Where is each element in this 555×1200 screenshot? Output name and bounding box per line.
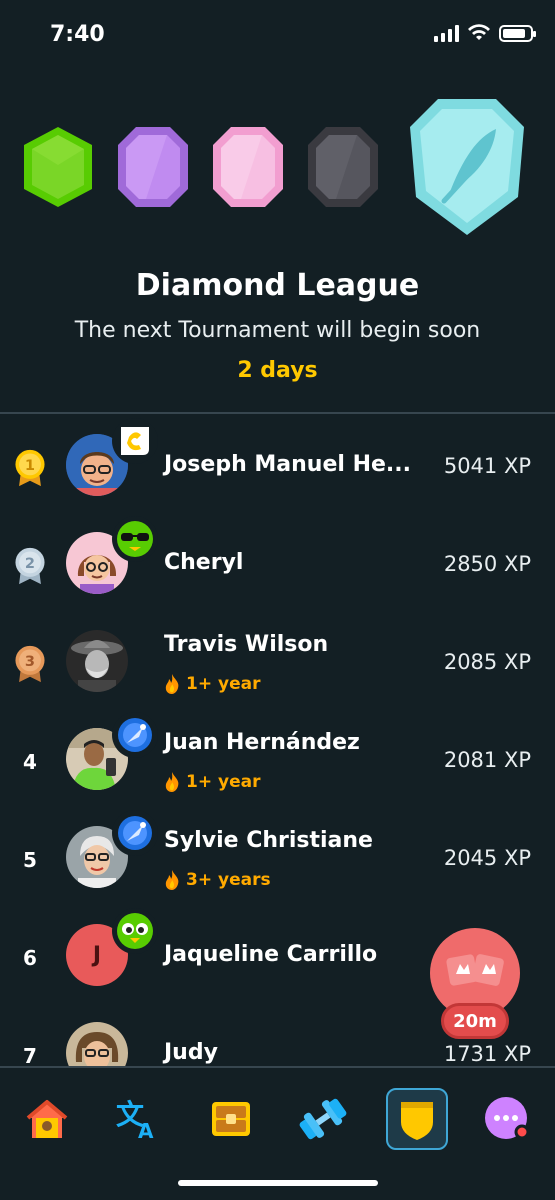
nav-more[interactable] [476, 1088, 538, 1150]
player-xp: 5041 XP [443, 454, 531, 478]
shield-icon [401, 1102, 433, 1140]
player-xp: 2085 XP [443, 650, 531, 674]
avatar-initial: J [92, 942, 102, 968]
owl-badge-icon [112, 908, 158, 954]
nav-practice[interactable] [292, 1088, 354, 1150]
player-xp: 2081 XP [443, 748, 531, 772]
svg-text:3: 3 [25, 654, 35, 670]
gem-badge-icon [112, 712, 158, 758]
svg-text:1: 1 [25, 458, 35, 474]
player-xp: 2850 XP [443, 552, 531, 576]
streak-text: 1+ year [186, 674, 261, 694]
dumbbell-icon [299, 1098, 347, 1140]
league-title: Diamond League [135, 268, 420, 303]
fire-icon [165, 870, 179, 890]
battery-icon [499, 24, 536, 42]
fire-icon [165, 674, 179, 694]
status-icons [434, 24, 536, 42]
nav-home[interactable] [16, 1088, 78, 1150]
silver-medal-icon: 2 [15, 547, 45, 585]
avatar[interactable] [66, 1022, 128, 1066]
svg-text:A: A [138, 1119, 154, 1142]
svg-text:2: 2 [25, 556, 35, 572]
diamond-league-badge[interactable] [408, 97, 526, 237]
status-bar: 7:40 [0, 0, 555, 70]
divider [0, 412, 555, 414]
timer-label: 20m [441, 1003, 509, 1039]
player-xp: 2045 XP [443, 846, 531, 870]
leaderboard-row[interactable]: 5 Sylvie Christiane 3+ years 2045 XP [0, 810, 555, 908]
league-badge-row [0, 95, 555, 245]
player-name: Joseph Manuel He... [164, 452, 411, 477]
streak-label: 1+ year [164, 772, 260, 792]
rank-number: 5 [23, 848, 37, 872]
sunglasses-owl-badge-icon [112, 516, 158, 562]
player-name: Jaqueline Carrillo [164, 942, 378, 967]
purple-league-badge[interactable] [116, 125, 190, 209]
home-indicator [178, 1180, 378, 1186]
player-name: Sylvie Christiane [164, 828, 373, 853]
leaderboard-row[interactable]: 1 Joseph Manuel He... 5041 XP [0, 418, 555, 516]
streak-label: 1+ year [164, 674, 260, 694]
nav-translate[interactable]: 文 A [106, 1088, 168, 1150]
player-xp: 1731 XP [443, 1042, 531, 1066]
league-subtitle: The next Tournament will begin soon [74, 318, 481, 343]
player-name: Judy [164, 1040, 218, 1065]
translate-icon: 文 A [116, 1098, 154, 1142]
gold-medal-icon: 1 [15, 449, 45, 487]
leaderboard-row[interactable]: 3 Travis Wilson 1+ year 2085 XP [0, 614, 555, 712]
player-name: Travis Wilson [164, 632, 329, 657]
fire-icon [165, 772, 179, 792]
league-countdown: 2 days [237, 358, 318, 383]
achievement-badge-icon [112, 418, 158, 464]
leaderboard-row[interactable]: 4 Juan Hernández 1+ year 2081 XP [0, 712, 555, 810]
gem-badge-icon [112, 810, 158, 856]
streak-text: 1+ year [186, 772, 261, 792]
leaderboard-row[interactable]: 2 Cheryl 2850 XP [0, 516, 555, 614]
rank-number: 4 [23, 750, 37, 774]
home-icon [26, 1100, 68, 1138]
nav-chest[interactable] [200, 1088, 262, 1150]
rank-number: 7 [23, 1044, 37, 1066]
wifi-icon [468, 24, 490, 40]
status-time: 7:40 [50, 22, 105, 47]
player-name: Cheryl [164, 550, 244, 575]
pink-league-badge[interactable] [211, 125, 285, 209]
black-league-badge[interactable] [306, 125, 380, 209]
rank-number: 6 [23, 946, 37, 970]
more-icon [485, 1097, 530, 1140]
nav-leaderboard[interactable] [386, 1088, 448, 1150]
avatar[interactable] [66, 630, 128, 692]
bronze-medal-icon: 3 [15, 645, 45, 683]
cellular-signal-icon [434, 24, 459, 42]
streak-text: 3+ years [186, 870, 271, 890]
player-name: Juan Hernández [164, 730, 360, 755]
streak-label: 3+ years [164, 870, 271, 890]
chest-icon [212, 1102, 250, 1136]
green-league-badge[interactable] [22, 125, 94, 209]
